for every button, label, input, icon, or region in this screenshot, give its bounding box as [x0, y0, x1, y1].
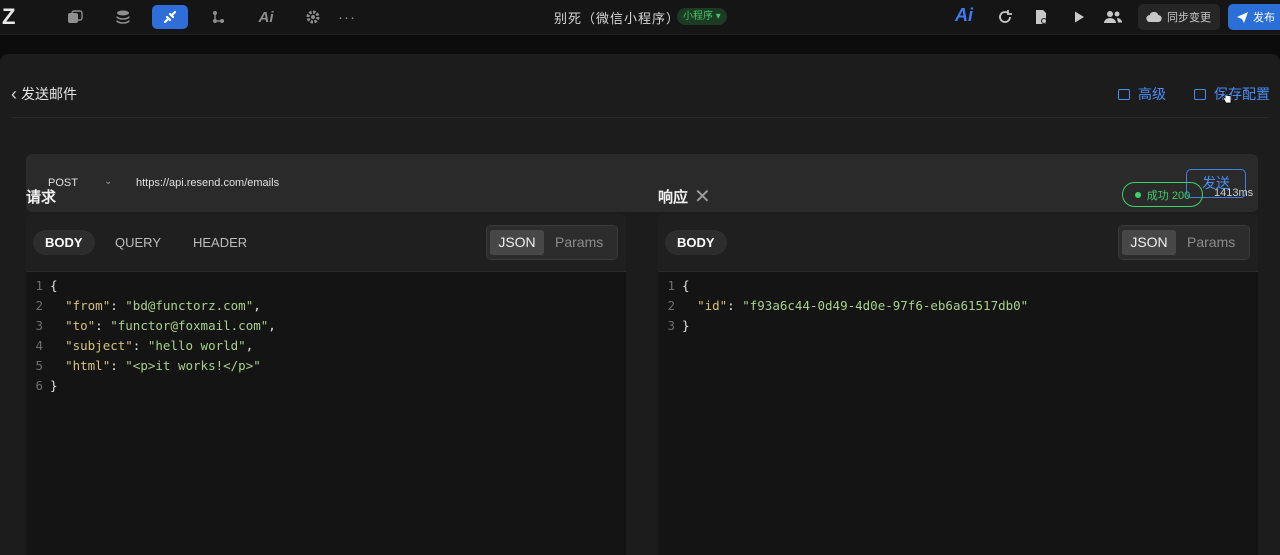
top-bar: Z Ai ··· 别死（微信小程序） 小程序 ▾ Ai 同步变更 发布 [0, 0, 1280, 35]
response-time: 1413ms [1214, 187, 1254, 199]
publish-label: 发布 [1253, 12, 1275, 24]
api-icon[interactable] [152, 5, 188, 29]
more-icon[interactable]: ··· [334, 5, 360, 29]
request-url-bar: POST ⌄ https://api.resend.com/emails 发送 [26, 154, 1258, 212]
response-format-json-option[interactable]: JSON [1122, 230, 1176, 255]
project-title: 别死（微信小程序） [554, 11, 681, 26]
users-icon[interactable] [1100, 5, 1126, 29]
code-line: 3 "to": "functor@foxmail.com", [26, 316, 276, 336]
header-divider [12, 117, 1268, 118]
publish-button[interactable]: 发布 [1228, 4, 1280, 30]
chevron-down-icon[interactable]: ⌄ [104, 176, 112, 187]
save-config-button[interactable]: 保存配置 [1194, 84, 1270, 104]
code-line: 6} [26, 376, 276, 396]
cloud-icon [1146, 11, 1162, 23]
code-line: 1{ [26, 276, 276, 296]
tab-header[interactable]: HEADER [181, 230, 259, 255]
app-logo[interactable]: Z [2, 4, 28, 30]
advanced-label: 高级 [1138, 86, 1166, 102]
status-badge: 成功 200 [1122, 182, 1203, 207]
send-icon [1237, 11, 1248, 23]
line-number: 3 [35, 318, 43, 333]
tab-body[interactable]: BODY [33, 230, 95, 255]
code-text: { [50, 278, 58, 293]
gear-icon[interactable] [300, 5, 326, 29]
code-text: "id": "f93a6c44-0d49-4d0e-97f6-eb6a61517… [697, 298, 1029, 313]
format-json-option[interactable]: JSON [490, 230, 544, 255]
advanced-button[interactable]: 高级 [1118, 84, 1166, 104]
refresh-icon[interactable] [992, 5, 1018, 29]
ai-logo[interactable]: Ai [955, 5, 973, 26]
code-text: } [682, 318, 690, 333]
hand-cursor-icon [1222, 90, 1232, 104]
code-line: 3} [658, 316, 1028, 336]
status-dot-icon [1134, 191, 1141, 198]
workflow-icon[interactable] [205, 5, 231, 29]
line-number: 3 [667, 318, 675, 333]
code-text: "to": "functor@foxmail.com", [65, 318, 276, 333]
document-check-icon[interactable] [1028, 5, 1054, 29]
response-tabs-bar: BODY JSON Params [658, 214, 1258, 272]
response-section-title: 响应 [658, 189, 689, 206]
response-viewer: BODY JSON Params 1{2 "id": "f93a6c44-0d4… [658, 214, 1258, 555]
status-text: 成功 200 [1146, 189, 1191, 202]
api-config-panel: ‹ 发送邮件 高级 保存配置 POST ⌄ https://api.resend… [0, 54, 1280, 555]
line-number: 1 [667, 278, 675, 293]
code-line: 1{ [658, 276, 1028, 296]
response-format-toggle: JSON Params [1118, 225, 1250, 260]
url-input[interactable]: https://api.resend.com/emails [136, 177, 279, 189]
line-number: 2 [35, 298, 43, 313]
ai-tool-icon[interactable]: Ai [253, 5, 279, 29]
terminal-icon [1118, 88, 1130, 100]
line-number: 4 [35, 338, 43, 353]
format-params-option[interactable]: Params [555, 230, 603, 255]
back-button[interactable]: ‹ 发送邮件 [11, 84, 77, 104]
close-icon[interactable]: ✕ [694, 184, 711, 209]
code-line: 2 "id": "f93a6c44-0d49-4d0e-97f6-eb6a615… [658, 296, 1028, 316]
code-text: } [50, 378, 58, 393]
line-number: 6 [35, 378, 43, 393]
response-format-params-option[interactable]: Params [1187, 230, 1235, 255]
code-line: 4 "subject": "hello world", [26, 336, 276, 356]
sync-label: 同步变更 [1167, 12, 1211, 24]
code-text: { [682, 278, 690, 293]
request-editor: BODY QUERY HEADER JSON Params 1{2 "from"… [26, 214, 626, 555]
platform-badge[interactable]: 小程序 ▾ [677, 8, 727, 25]
chevron-left-icon: ‹ [11, 84, 17, 104]
code-line: 5 "html": "<p>it works!</p>" [26, 356, 276, 376]
page-title: 发送邮件 [21, 86, 77, 102]
line-number: 1 [35, 278, 43, 293]
code-line: 2 "from": "bd@functorz.com", [26, 296, 276, 316]
save-icon [1194, 88, 1206, 100]
sync-changes-button[interactable]: 同步变更 [1138, 4, 1220, 30]
pages-icon[interactable] [62, 5, 88, 29]
format-toggle: JSON Params [486, 225, 618, 260]
line-number: 2 [667, 298, 675, 313]
request-tabs-bar: BODY QUERY HEADER JSON Params [26, 214, 626, 272]
database-icon[interactable] [110, 5, 136, 29]
code-text: "html": "<p>it works!</p>" [65, 358, 261, 373]
tab-response-body[interactable]: BODY [665, 230, 727, 255]
code-text: "subject": "hello world", [65, 338, 254, 353]
play-icon[interactable] [1066, 5, 1092, 29]
tab-query[interactable]: QUERY [103, 230, 173, 255]
line-number: 5 [35, 358, 43, 373]
response-code-viewer: 1{2 "id": "f93a6c44-0d49-4d0e-97f6-eb6a6… [658, 276, 1028, 336]
request-section-title: 请求 [26, 189, 57, 206]
code-text: "from": "bd@functorz.com", [65, 298, 261, 313]
request-code-editor[interactable]: 1{2 "from": "bd@functorz.com", 3 "to": "f… [26, 276, 276, 396]
